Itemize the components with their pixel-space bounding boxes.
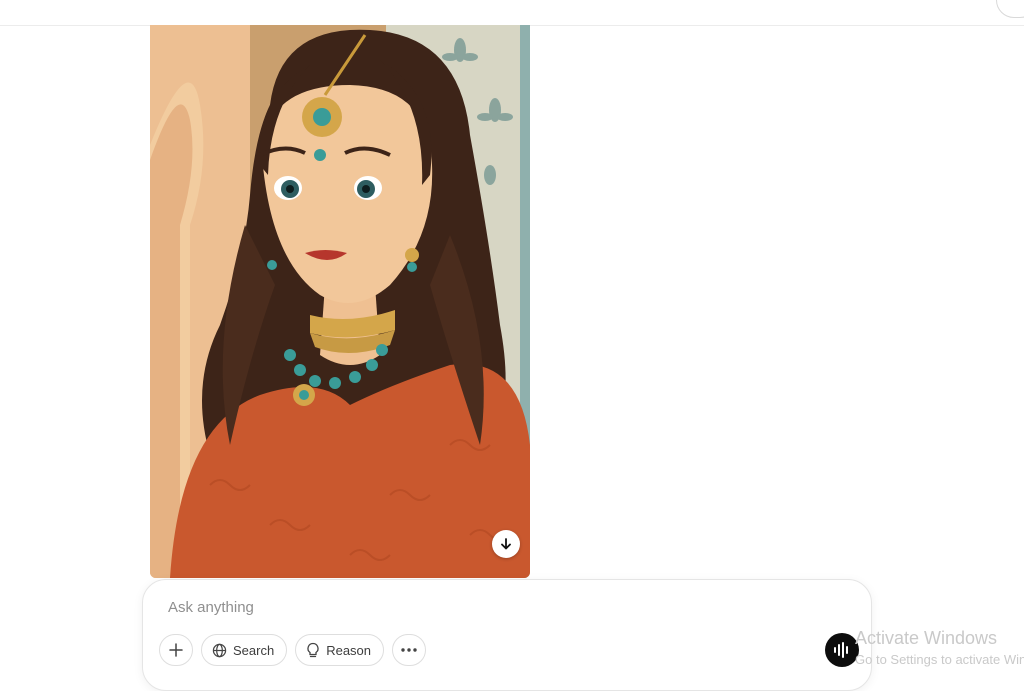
generated-image[interactable] [150,25,530,578]
ellipsis-icon [401,648,417,652]
watermark-title: Activate Windows [855,628,998,648]
voice-mode-button[interactable] [825,633,859,667]
watermark-subtitle: Go to Settings to activate Windows. [855,652,1024,667]
more-options-button[interactable] [392,634,427,666]
lightbulb-icon [307,642,319,658]
profile-button[interactable] [996,0,1024,18]
composer-toolbar: Search Reason [159,634,427,666]
globe-icon [212,643,227,657]
reason-button[interactable]: Reason [295,634,385,666]
reason-button-label: Reason [326,642,372,658]
windows-activation-watermark: Activate Windows Go to Settings to activ… [855,628,1024,671]
plus-icon [169,643,183,657]
portrait-illustration [150,25,530,578]
voice-mode-icon [834,642,848,658]
add-attachment-button[interactable] [159,634,193,666]
download-arrow-icon [501,538,511,550]
prompt-input[interactable] [168,597,768,617]
top-bar [0,0,1024,26]
download-button[interactable] [492,530,520,558]
search-button-label: Search [233,642,275,658]
search-button[interactable]: Search [201,634,288,666]
prompt-composer: Search Reason [142,579,872,691]
